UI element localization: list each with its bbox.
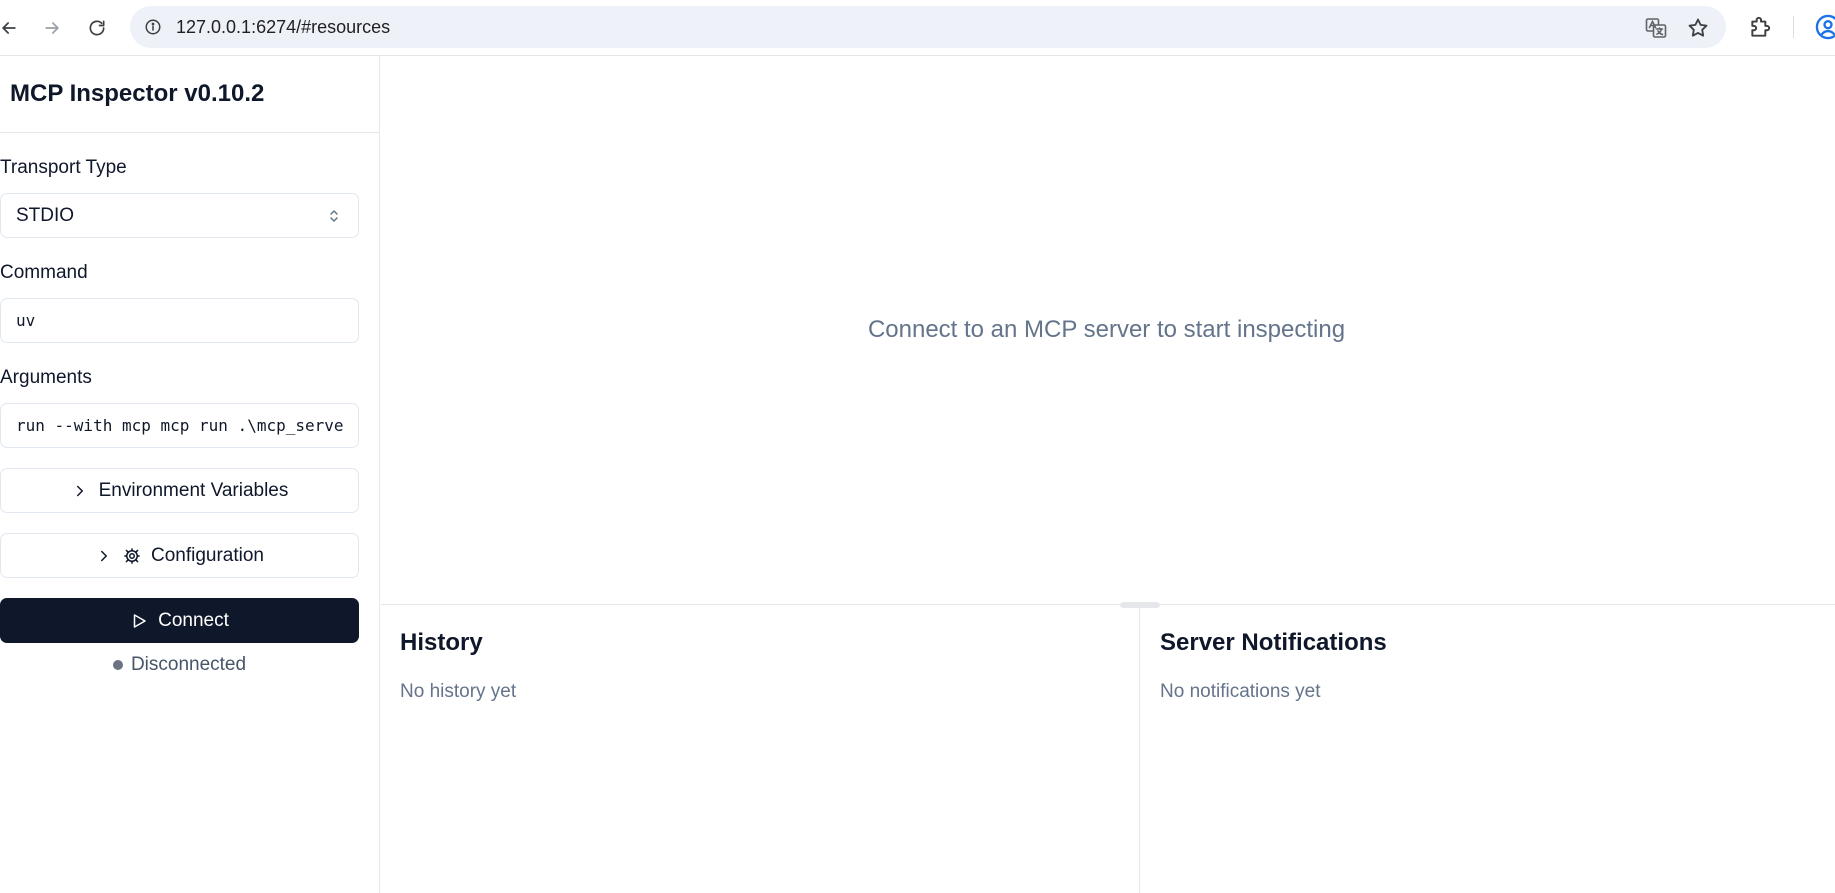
gear-icon (124, 547, 140, 564)
back-button[interactable] (0, 13, 24, 43)
configuration-button[interactable]: Configuration (0, 533, 359, 578)
profile-button[interactable] (1814, 13, 1835, 41)
connect-label: Connect (158, 609, 229, 631)
site-info-button[interactable] (142, 16, 164, 38)
status-dot (112, 660, 123, 670)
history-title: History (400, 629, 483, 656)
command-label: Command (0, 262, 88, 283)
history-empty-text: No history yet (400, 681, 517, 702)
environment-variables-label: Environment Variables (98, 479, 289, 501)
connect-button[interactable]: Connect (0, 598, 359, 643)
reload-button[interactable] (82, 13, 112, 43)
play-icon (133, 613, 146, 628)
arrow-left-icon (2, 22, 16, 34)
translate-icon (1645, 18, 1667, 38)
status-text: Disconnected (130, 654, 247, 675)
sidebar-header: MCP Inspector v0.10.2 (0, 56, 379, 133)
arguments-value: run --with mcp mcp run .\mcp_serve (16, 416, 344, 435)
chevron-up-down-icon (330, 210, 338, 222)
notifications-title: Server Notifications (1160, 629, 1387, 656)
star-icon (1688, 18, 1708, 37)
notifications-empty-text: No notifications yet (1160, 681, 1321, 702)
configuration-label: Configuration (150, 544, 265, 566)
app-title: MCP Inspector v0.10.2 (10, 80, 265, 107)
notifications-panel: Server Notifications No notifications ye… (1141, 605, 1835, 893)
reload-icon (89, 20, 105, 36)
browser-toolbar: 127.0.0.1:6274/#resources (0, 0, 1835, 56)
url-text[interactable]: 127.0.0.1:6274/#resources (176, 17, 390, 38)
connection-status: Disconnected (0, 654, 359, 676)
toolbar-divider (1793, 16, 1794, 38)
arguments-input[interactable]: run --with mcp mcp run .\mcp_serve (0, 403, 359, 448)
transport-type-select[interactable]: STDIO (0, 193, 359, 238)
main-content: Connect to an MCP server to start inspec… (381, 56, 1835, 604)
translate-button[interactable] (1644, 16, 1668, 40)
chevron-right-icon (76, 485, 83, 496)
sidebar: MCP Inspector v0.10.2 Transport Type STD… (0, 56, 380, 893)
forward-button[interactable] (37, 13, 67, 43)
transport-type-value: STDIO (16, 204, 75, 226)
info-icon (145, 19, 161, 35)
history-panel: History No history yet (381, 605, 1140, 893)
puzzle-icon (1751, 16, 1771, 37)
bookmark-button[interactable] (1686, 16, 1710, 40)
empty-state-message: Connect to an MCP server to start inspec… (867, 316, 1346, 343)
chevron-right-icon (100, 550, 107, 561)
environment-variables-button[interactable]: Environment Variables (0, 468, 359, 513)
address-bar[interactable]: 127.0.0.1:6274/#resources (130, 6, 1726, 48)
transport-type-label: Transport Type (0, 157, 127, 178)
arguments-label: Arguments (0, 367, 92, 388)
extensions-button[interactable] (1748, 14, 1774, 40)
command-value: uv (16, 311, 36, 330)
profile-icon (1815, 14, 1835, 40)
command-input[interactable]: uv (0, 298, 359, 343)
arrow-right-icon (45, 22, 59, 34)
